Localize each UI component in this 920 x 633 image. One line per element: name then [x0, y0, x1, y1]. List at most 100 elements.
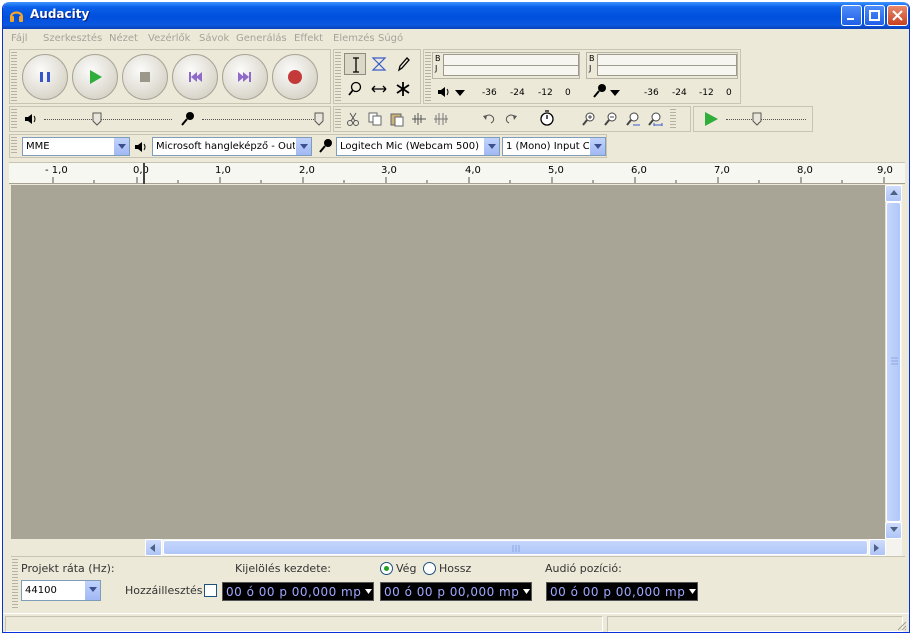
record-icon: [288, 70, 302, 84]
input-device-select[interactable]: Logitech Mic (Webcam 500): [336, 137, 500, 156]
zoom-tool[interactable]: [344, 78, 366, 100]
selection-end-time[interactable]: 00 ó 00 p 00,000 mp: [380, 582, 532, 601]
end-radio[interactable]: [380, 562, 393, 575]
scroll-up-button[interactable]: [885, 185, 902, 202]
chevron-right-icon: [874, 544, 879, 552]
close-button[interactable]: [887, 5, 908, 26]
selection-toolbar: Projekt ráta (Hz): 44100 Hozzáillesztés …: [11, 556, 905, 612]
resize-grip-icon[interactable]: [895, 619, 907, 631]
audio-position-time[interactable]: 00 ó 00 p 00,000 mp: [546, 582, 698, 601]
sync-lock-stopwatch-icon[interactable]: [538, 109, 556, 127]
menu-tracks[interactable]: Sávok: [199, 33, 229, 44]
undo-icon[interactable]: [480, 110, 498, 128]
host-select[interactable]: MME: [22, 137, 130, 156]
skip-to-start-button[interactable]: [172, 54, 218, 100]
menu-transport[interactable]: Vezérlők: [148, 33, 190, 44]
audio-position-label: Audió pozíció:: [545, 562, 622, 575]
close-icon: [892, 10, 903, 21]
speed-slider-thumb[interactable]: [752, 112, 762, 126]
toolbar-grip[interactable]: [335, 109, 341, 129]
project-rate-value: 44100: [25, 585, 57, 596]
menu-help[interactable]: Súgó: [378, 33, 403, 44]
ruler-label: 3,0: [381, 165, 397, 176]
fit-selection-icon[interactable]: [624, 110, 642, 128]
scroll-down-button[interactable]: [885, 522, 902, 539]
minimize-button[interactable]: [841, 5, 862, 26]
speaker-icon: [22, 110, 40, 128]
play-button[interactable]: [72, 54, 118, 100]
envelope-tool[interactable]: [368, 53, 390, 75]
draw-tool[interactable]: [392, 53, 414, 75]
scroll-right-button[interactable]: [869, 539, 886, 556]
output-volume-thumb[interactable]: [92, 112, 102, 126]
menu-view[interactable]: Nézet: [109, 33, 138, 44]
chevron-down-icon: [890, 527, 898, 532]
toolbar-grip[interactable]: [12, 559, 18, 610]
maximize-button[interactable]: [864, 5, 885, 26]
snap-to-checkbox[interactable]: [204, 584, 217, 597]
project-rate-select[interactable]: 44100: [21, 580, 101, 601]
multi-tool[interactable]: [392, 78, 414, 100]
output-device-select[interactable]: Microsoft hangleképző - Outpu: [152, 137, 312, 156]
ruler-label: 7,0: [714, 165, 730, 176]
skip-to-start-icon: [189, 72, 202, 82]
stop-button[interactable]: [122, 54, 168, 100]
input-volume-slider[interactable]: [202, 119, 322, 120]
menu-effect[interactable]: Effekt: [294, 33, 323, 44]
toolbar-grip[interactable]: [670, 109, 676, 129]
zoom-out-icon[interactable]: [602, 110, 620, 128]
silence-icon[interactable]: [432, 110, 450, 128]
time-shift-tool[interactable]: [368, 78, 390, 100]
menu-file[interactable]: Fájl: [11, 33, 28, 44]
copy-icon[interactable]: [366, 110, 384, 128]
record-meter-dropdown-icon[interactable]: [608, 85, 626, 103]
meter-bar-left: [443, 54, 579, 65]
microphone-icon: [178, 110, 196, 128]
cut-icon[interactable]: [344, 110, 362, 128]
playback-meter[interactable]: B J: [432, 52, 580, 79]
input-channels-select[interactable]: 1 (Mono) Input Ch: [502, 137, 606, 156]
vertical-scroll-thumb[interactable]: [886, 202, 901, 522]
track-panel[interactable]: [11, 185, 885, 539]
trim-icon[interactable]: [410, 110, 428, 128]
title-bar[interactable]: Audacity: [3, 2, 909, 29]
playback-meter-dropdown-icon[interactable]: [453, 85, 471, 103]
tools-toolbar: [333, 49, 421, 104]
record-meter[interactable]: B J: [586, 52, 738, 79]
toolbar-grip[interactable]: [11, 109, 17, 129]
meter-scale-label: -24: [510, 88, 525, 98]
output-volume-slider[interactable]: [44, 119, 172, 120]
stop-icon: [140, 72, 150, 82]
skip-to-end-button[interactable]: [222, 54, 268, 100]
menu-edit[interactable]: Szerkesztés: [43, 33, 102, 44]
record-button[interactable]: [272, 54, 318, 100]
toolbar-grip[interactable]: [11, 52, 17, 101]
paste-icon[interactable]: [388, 110, 406, 128]
zoom-in-icon[interactable]: [580, 110, 598, 128]
chevron-down-icon: [295, 138, 311, 155]
length-radio[interactable]: [423, 562, 436, 575]
menu-generate[interactable]: Generálás: [236, 33, 287, 44]
toolbar-grip[interactable]: [425, 52, 431, 101]
horizontal-scroll-thumb[interactable]: [163, 540, 868, 555]
play-at-speed-icon[interactable]: [702, 110, 720, 128]
input-volume-thumb[interactable]: [314, 112, 324, 126]
pause-button[interactable]: [22, 54, 68, 100]
fit-project-icon[interactable]: [646, 110, 664, 128]
playhead-marker[interactable]: [140, 163, 148, 184]
scroll-left-button[interactable]: [145, 539, 162, 556]
meter-bar-right: [597, 65, 737, 76]
selection-tool[interactable]: [344, 53, 366, 75]
speed-slider[interactable]: [726, 119, 806, 120]
redo-icon[interactable]: [502, 110, 520, 128]
device-toolbar: MME Microsoft hangleképző - Outpu Logite…: [9, 134, 607, 158]
record-meter-microphone-icon[interactable]: [590, 82, 608, 100]
length-radio-label: Hossz: [439, 562, 472, 575]
toolbar-area: B J -36 -24 -12 0 B J -36 -24 -12 0 MME …: [7, 49, 903, 159]
timeline-ruler[interactable]: - 1,0 0,0 1,0 2,0 3,0 4,0 5,0 6,0 7,0 8,…: [9, 162, 905, 184]
toolbar-grip[interactable]: [335, 52, 341, 101]
toolbar-grip[interactable]: [11, 137, 17, 155]
playback-meter-speaker-icon[interactable]: [435, 83, 453, 101]
selection-start-time[interactable]: 00 ó 00 p 00,000 mp: [222, 582, 374, 601]
menu-analyze[interactable]: Elemzés: [333, 33, 375, 44]
